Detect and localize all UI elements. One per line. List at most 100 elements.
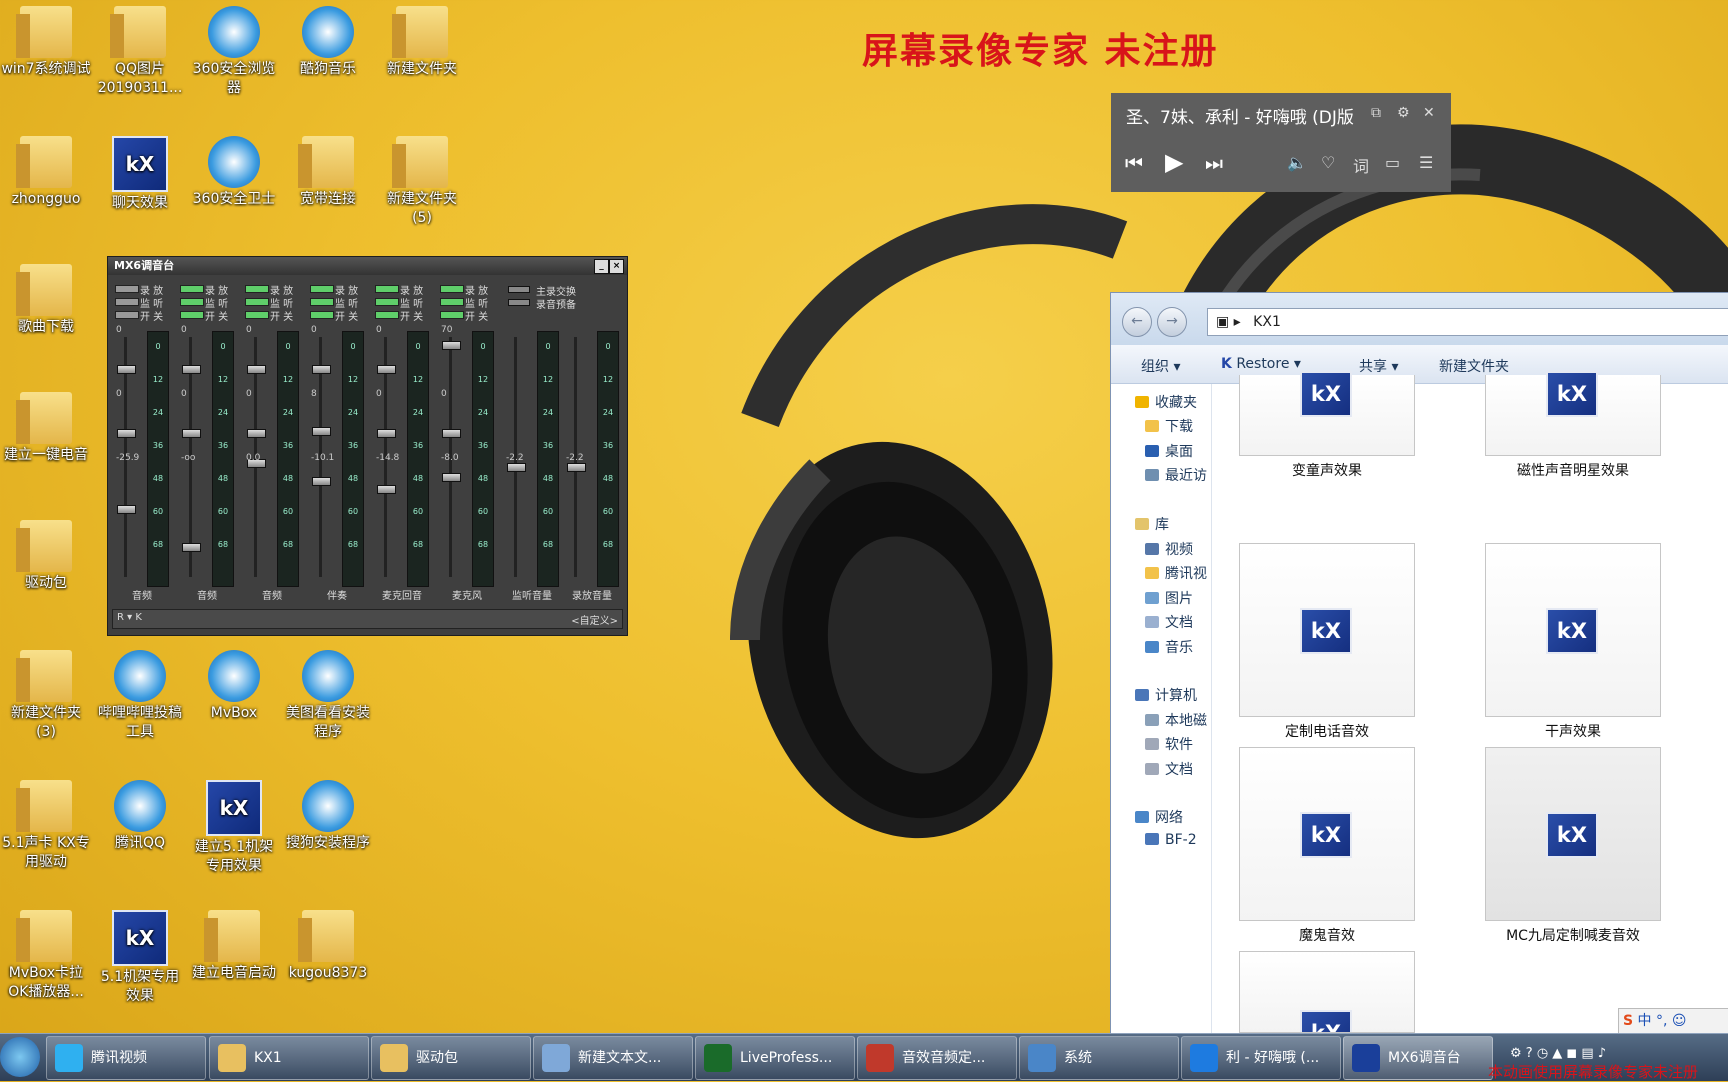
tray-icons[interactable]: ⚙ ? ◷ ▲ ◼ ▤ ♪	[1510, 1046, 1606, 1061]
file-item[interactable]: kX 变童声效果	[1239, 371, 1415, 480]
channel-switch[interactable]	[440, 285, 464, 293]
channel-switch[interactable]	[440, 311, 464, 319]
sidebar-item[interactable]: 本地磁	[1145, 710, 1207, 730]
desktop-icon[interactable]: 新建文件夹 (3)	[0, 644, 92, 742]
fader-knob[interactable]	[377, 365, 396, 374]
mini-mode-icon[interactable]: ⧉	[1371, 105, 1381, 121]
sidebar-item[interactable]: 图片	[1145, 588, 1193, 608]
desktop-icon[interactable]: 宽带连接	[282, 130, 374, 209]
sidebar-item[interactable]: 库	[1135, 514, 1169, 534]
taskbar-item[interactable]: 利 - 好嗨哦 (...	[1181, 1036, 1341, 1080]
channel-switch[interactable]	[180, 311, 204, 319]
fader-knob[interactable]	[247, 365, 266, 374]
fader-knob[interactable]	[182, 429, 201, 438]
preset-label[interactable]: <自定义>	[571, 612, 618, 627]
channel-switch[interactable]	[115, 311, 139, 319]
channel-switch[interactable]	[115, 285, 139, 293]
desktop-icon[interactable]: 酷狗音乐	[282, 0, 374, 79]
taskbar-item[interactable]: KX1	[209, 1036, 369, 1080]
channel-switch[interactable]	[245, 285, 269, 293]
desktop-icon[interactable]: 360安全卫士	[188, 130, 280, 209]
desktop-icon[interactable]: kX 5.1机架专用效果	[94, 904, 186, 1006]
settings-icon[interactable]: ⚙	[1397, 105, 1410, 121]
desktop-icon[interactable]: kX 聊天效果	[94, 130, 186, 213]
taskbar-item[interactable]: 新建文本文...	[533, 1036, 693, 1080]
fader-knob[interactable]	[247, 429, 266, 438]
fader-knob[interactable]	[182, 543, 201, 552]
sidebar-item[interactable]: 文档	[1145, 759, 1193, 779]
fader-knob[interactable]	[377, 485, 396, 494]
file-item[interactable]: kX 定制电话音效	[1239, 543, 1415, 741]
sidebar-item[interactable]: 计算机	[1135, 685, 1197, 705]
sidebar-item[interactable]: BF-2	[1145, 832, 1197, 848]
taskbar-item[interactable]: 腾讯视频	[46, 1036, 206, 1080]
volume-icon[interactable]: 🔈	[1287, 153, 1307, 172]
sidebar-item[interactable]: 最近访	[1145, 465, 1207, 485]
sidebar-item[interactable]: 腾讯视	[1145, 563, 1207, 583]
close-button[interactable]: ×	[609, 259, 624, 274]
fader-knob[interactable]	[117, 365, 136, 374]
organize-button[interactable]: 组织 ▾	[1141, 356, 1180, 376]
channel-switch[interactable]	[245, 298, 269, 306]
fader-knob[interactable]	[312, 365, 331, 374]
share-button[interactable]: 共享 ▾	[1359, 356, 1398, 376]
fader-knob[interactable]	[442, 341, 461, 350]
channel-switch[interactable]	[310, 285, 334, 293]
desktop-icon[interactable]: 搜狗安装程序	[282, 774, 374, 853]
channel-switch[interactable]	[375, 285, 399, 293]
taskbar-item[interactable]: 音效音频定...	[857, 1036, 1017, 1080]
sidebar-item[interactable]: 网络	[1135, 807, 1183, 827]
desktop-icon[interactable]: 建立一键电音	[0, 386, 92, 465]
file-item[interactable]: kX 磁性声音明星效果	[1485, 371, 1661, 480]
channel-switch[interactable]	[245, 311, 269, 319]
fader-knob[interactable]	[442, 473, 461, 482]
cast-icon[interactable]: ▭	[1385, 153, 1400, 172]
desktop-icon[interactable]: kX 建立5.1机架专用效果	[188, 774, 280, 876]
channel-switch[interactable]	[375, 311, 399, 319]
desktop-icon[interactable]: 360安全浏览器	[188, 0, 280, 98]
close-icon[interactable]: ✕	[1423, 105, 1435, 121]
fader-knob[interactable]	[117, 505, 136, 514]
fader-knob[interactable]	[182, 365, 201, 374]
channel-switch[interactable]	[115, 298, 139, 306]
sidebar-item[interactable]: 文档	[1145, 612, 1193, 632]
prev-button[interactable]: ⏮	[1125, 151, 1143, 175]
sidebar-item[interactable]: 下载	[1145, 416, 1193, 436]
channel-switch[interactable]	[310, 311, 334, 319]
play-button[interactable]: ▶	[1165, 148, 1183, 176]
file-item[interactable]: kX 干声效果	[1485, 543, 1661, 741]
desktop-icon[interactable]: MvBox	[188, 644, 280, 723]
desktop-icon[interactable]: 5.1声卡 KX专用驱动	[0, 774, 92, 872]
taskbar-item[interactable]: LiveProfess...	[695, 1036, 855, 1080]
master-switch-1[interactable]	[508, 286, 530, 293]
desktop-icon[interactable]: 歌曲下载	[0, 258, 92, 337]
desktop-icon[interactable]: 驱动包	[0, 514, 92, 593]
forward-button[interactable]: →	[1157, 307, 1187, 337]
desktop-icon[interactable]: 新建文件夹	[376, 0, 468, 79]
mixer-footer-buttons[interactable]: R ▾ K	[117, 612, 142, 623]
sidebar-item[interactable]: 视频	[1145, 539, 1193, 559]
heart-icon[interactable]: ♡	[1321, 153, 1335, 172]
file-item[interactable]: kX	[1239, 951, 1415, 1033]
taskbar-item[interactable]: MX6调音台	[1343, 1036, 1493, 1080]
desktop-icon[interactable]: kugou8373	[282, 904, 374, 983]
sidebar-item[interactable]: 软件	[1145, 734, 1193, 754]
channel-switch[interactable]	[375, 298, 399, 306]
sidebar-item[interactable]: 音乐	[1145, 637, 1193, 657]
address-bar[interactable]: ▣ ▸ KX1	[1207, 308, 1728, 336]
fader-knob[interactable]	[567, 463, 586, 472]
desktop-icon[interactable]: 新建文件夹 (5)	[376, 130, 468, 228]
next-button[interactable]: ⏭	[1205, 151, 1223, 175]
fader-knob[interactable]	[377, 429, 396, 438]
channel-switch[interactable]	[310, 298, 334, 306]
desktop-icon[interactable]: QQ图片20190311...	[94, 0, 186, 98]
back-button[interactable]: ←	[1122, 307, 1152, 337]
desktop-icon[interactable]: win7系统调试	[0, 0, 92, 79]
taskbar-item[interactable]: 驱动包	[371, 1036, 531, 1080]
fader-knob[interactable]	[442, 429, 461, 438]
desktop-icon[interactable]: zhongguo	[0, 130, 92, 209]
fader-knob[interactable]	[507, 463, 526, 472]
desktop-icon[interactable]: 美图看看安装程序	[282, 644, 374, 742]
channel-switch[interactable]	[180, 285, 204, 293]
channel-switch[interactable]	[440, 298, 464, 306]
